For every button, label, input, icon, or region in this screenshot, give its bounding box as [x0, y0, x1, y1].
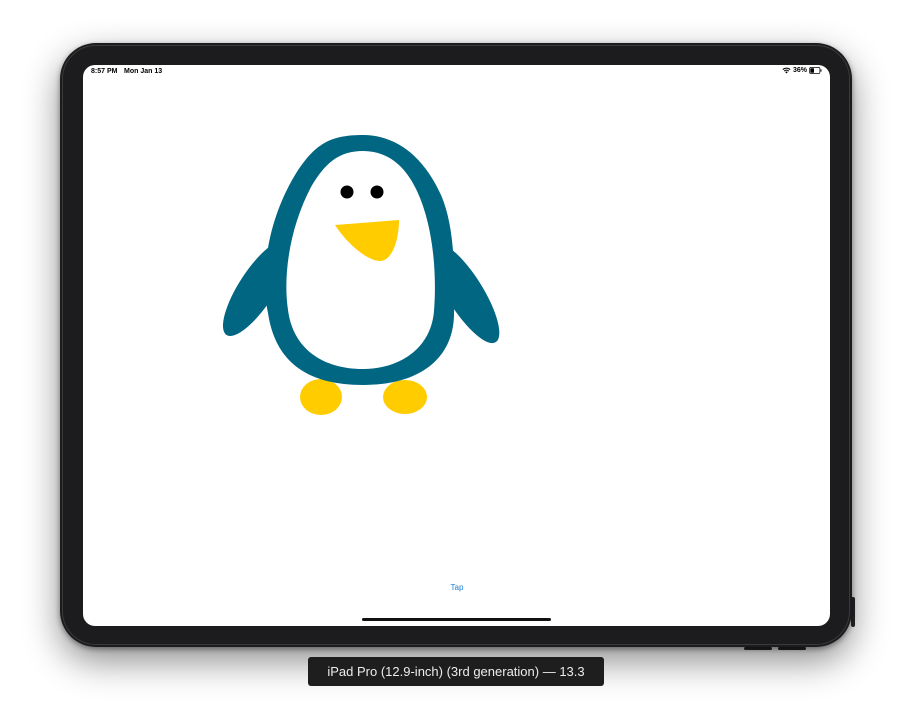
penguin-eye-left	[340, 185, 354, 199]
penguin-eye-right	[370, 185, 384, 199]
volume-button	[744, 647, 772, 650]
ipad-screen: 8:57 PM Mon Jan 13 36% Tap	[83, 65, 830, 626]
penguin-drawing	[222, 135, 500, 415]
penguin-foot-right	[383, 380, 427, 414]
simulator-stage: 8:57 PM Mon Jan 13 36% Tap iPad Pro (12.…	[0, 0, 913, 727]
volume-button	[778, 647, 806, 650]
simulator-device-label: iPad Pro (12.9-inch) (3rd generation) — …	[308, 657, 604, 686]
home-indicator[interactable]	[362, 618, 551, 621]
penguin-foot-left	[300, 379, 342, 415]
tap-button[interactable]: Tap	[442, 581, 472, 595]
